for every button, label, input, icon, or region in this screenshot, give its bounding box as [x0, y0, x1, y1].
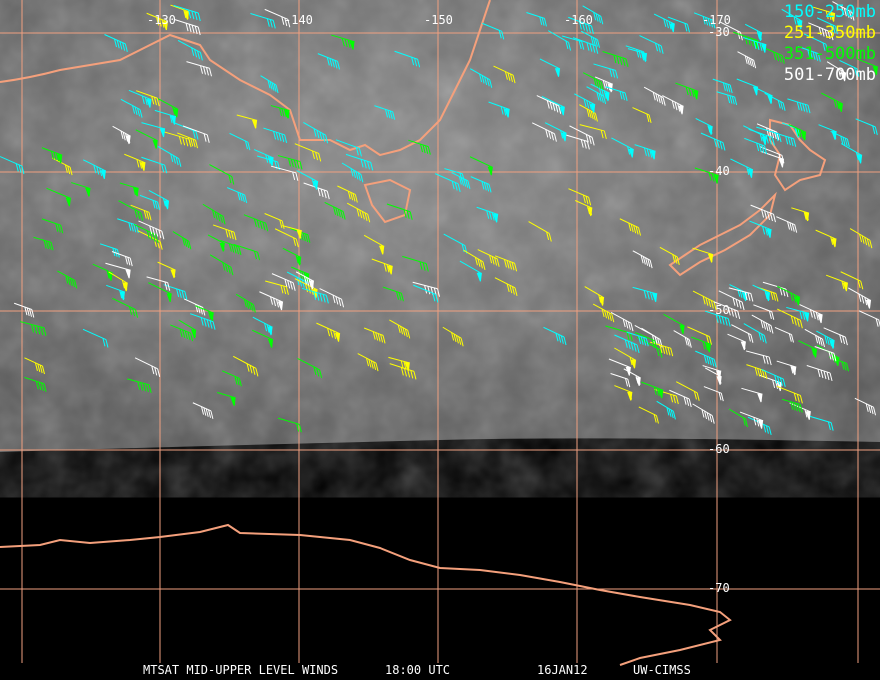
lat-label: -50: [708, 303, 730, 317]
lat-label: -30: [708, 25, 730, 39]
lon-label: -160: [564, 13, 593, 27]
legend-item-351-500: 351-500mb: [783, 44, 876, 64]
legend-item-150-250: 150-250mb: [783, 2, 876, 22]
lat-label: -40: [708, 164, 730, 178]
observation-date: 16JAN12: [537, 663, 588, 677]
lon-label: -150: [424, 13, 453, 27]
lon-label: -130: [147, 13, 176, 27]
data-source: UW-CIMSS: [633, 663, 691, 677]
lon-label: -140: [284, 13, 313, 27]
legend-item-251-350: 251-350mb: [783, 23, 876, 43]
pressure-legend: 150-250mb 251-350mb 351-500mb 501-700mb: [784, 2, 876, 86]
observation-time: 18:00 UTC: [385, 663, 451, 677]
map-canvas: [0, 0, 880, 666]
coastline-antarctica: [0, 523, 732, 666]
product-title: MTSAT MID-UPPER LEVEL WINDS: [143, 663, 339, 677]
satellite-wind-map: 150-250mb 251-350mb 351-500mb 501-700mb …: [0, 0, 880, 680]
legend-item-501-700: 501-700mb: [783, 65, 876, 85]
lat-label: -60: [708, 442, 730, 456]
lat-label: -70: [708, 581, 730, 595]
footer-caption: MTSAT MID-UPPER LEVEL WINDS 18:00 UTC 16…: [0, 663, 880, 680]
